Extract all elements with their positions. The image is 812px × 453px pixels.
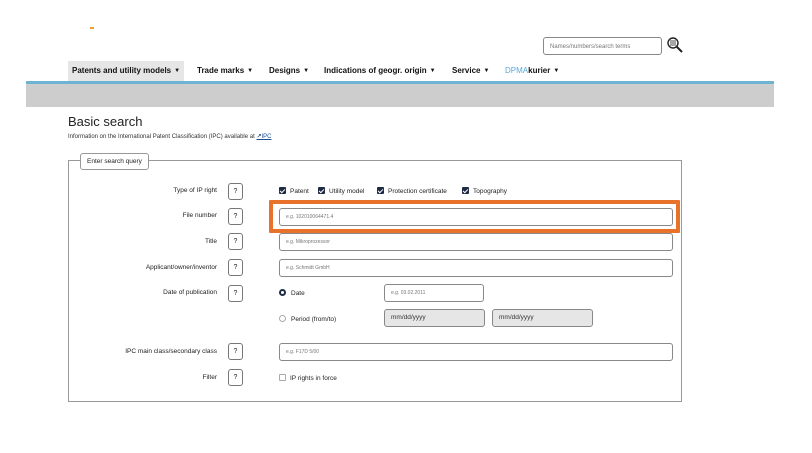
- chevron-down-icon: ▼: [247, 68, 254, 74]
- checkbox-ip-rights-in-force[interactable]: IP rights in force: [279, 374, 337, 383]
- nav-patents[interactable]: Patents and utility models ▼: [68, 61, 185, 81]
- nav-label: Service: [452, 66, 481, 75]
- applicant-label: Applicant/owner/inventor: [145, 264, 217, 271]
- checkbox-unchecked-icon: [279, 374, 286, 381]
- ipc-input[interactable]: e.g. F17D 5/00: [279, 343, 673, 361]
- search-icon[interactable]: [666, 36, 684, 54]
- radio-period[interactable]: Period (from/to): [279, 315, 336, 324]
- nav-label: Indications of geogr. origin: [324, 66, 427, 75]
- radio-label: Period (from/to): [291, 316, 337, 323]
- ipc-label: IPC main class/secondary class: [125, 348, 217, 355]
- help-button-title[interactable]: ?: [228, 233, 243, 250]
- chevron-down-icon: ▼: [174, 68, 181, 74]
- nav-designs[interactable]: Designs ▼: [269, 61, 309, 81]
- breadcrumb-bar: [26, 84, 774, 107]
- chevron-down-icon: ▼: [429, 68, 436, 74]
- period-to-input[interactable]: mm/dd/yyyy: [492, 309, 593, 327]
- type-label: Type of IP right: [173, 187, 217, 194]
- search-form: [68, 160, 682, 402]
- nav-kurier-prefix: DPMA: [505, 66, 529, 75]
- help-button-file-number[interactable]: ?: [228, 208, 243, 225]
- nav-label: Trade marks: [197, 66, 245, 75]
- checkbox-label: Patent: [290, 188, 309, 195]
- filter-label: Filter: [202, 374, 217, 381]
- radio-label: Date: [291, 290, 305, 297]
- chevron-down-icon: ▼: [483, 68, 490, 74]
- ipc-info-text: Information on the International Patent …: [68, 134, 255, 140]
- checkbox-checked-icon: [462, 187, 469, 194]
- radio-unselected-icon: [279, 315, 286, 322]
- chevron-down-icon: ▼: [303, 68, 310, 74]
- radio-selected-icon: [279, 289, 286, 296]
- checkbox-checked-icon: [318, 187, 325, 194]
- checkbox-protection-certificate[interactable]: Protection certificate: [377, 187, 447, 196]
- date-label: Date of publication: [163, 289, 217, 296]
- date-input[interactable]: e.g. 03.02.2011: [384, 284, 484, 302]
- nav-service[interactable]: Service ▼: [452, 61, 489, 81]
- help-button-filter[interactable]: ?: [228, 369, 243, 386]
- radio-date[interactable]: Date: [279, 289, 305, 298]
- ipc-link[interactable]: ↗IPC: [256, 134, 271, 140]
- title-label: Title: [204, 238, 217, 245]
- checkbox-utility-model[interactable]: Utility model: [318, 187, 364, 196]
- checkbox-label: Protection certificate: [388, 188, 447, 195]
- header-search-input[interactable]: Names/numbers/search terms: [543, 37, 662, 55]
- main-nav: Patents and utility models ▼ Trade marks ▼…: [0, 61, 812, 82]
- nav-dpmakurier[interactable]: DPMAkurier ▼: [505, 61, 559, 81]
- nav-label: Patents and utility models: [72, 66, 172, 75]
- checkbox-checked-icon: [377, 187, 384, 194]
- applicant-input[interactable]: e.g. Schmidt GmbH: [279, 259, 673, 277]
- checkbox-label: IP rights in force: [290, 375, 337, 382]
- ipc-info: Information on the International Patent …: [68, 133, 272, 140]
- checkbox-patent[interactable]: Patent: [279, 187, 309, 196]
- file-number-label: File number: [182, 212, 217, 219]
- title-input[interactable]: e.g. Mikroprozessor: [279, 233, 673, 251]
- help-button-type[interactable]: ?: [228, 183, 243, 200]
- help-button-ipc[interactable]: ?: [228, 343, 243, 360]
- nav-kurier-suffix: kurier: [528, 66, 551, 75]
- nav-indications[interactable]: Indications of geogr. origin ▼: [324, 61, 436, 81]
- help-button-date[interactable]: ?: [228, 285, 243, 302]
- period-from-input[interactable]: mm/dd/yyyy: [384, 309, 485, 327]
- ipc-link-label: IPC: [261, 134, 272, 140]
- highlight-box: [269, 200, 680, 233]
- checkbox-label: Topography: [473, 188, 507, 195]
- checkbox-label: Utility model: [329, 188, 365, 195]
- logo-mark: [90, 27, 94, 29]
- help-button-applicant[interactable]: ?: [228, 259, 243, 276]
- page-title: Basic search: [68, 114, 143, 129]
- nav-label: Designs: [269, 66, 301, 75]
- search-form-legend[interactable]: Enter search query: [80, 153, 149, 170]
- nav-trade-marks[interactable]: Trade marks ▼: [197, 61, 253, 81]
- chevron-down-icon: ▼: [553, 68, 560, 74]
- checkbox-checked-icon: [279, 187, 286, 194]
- checkbox-topography[interactable]: Topography: [462, 187, 507, 196]
